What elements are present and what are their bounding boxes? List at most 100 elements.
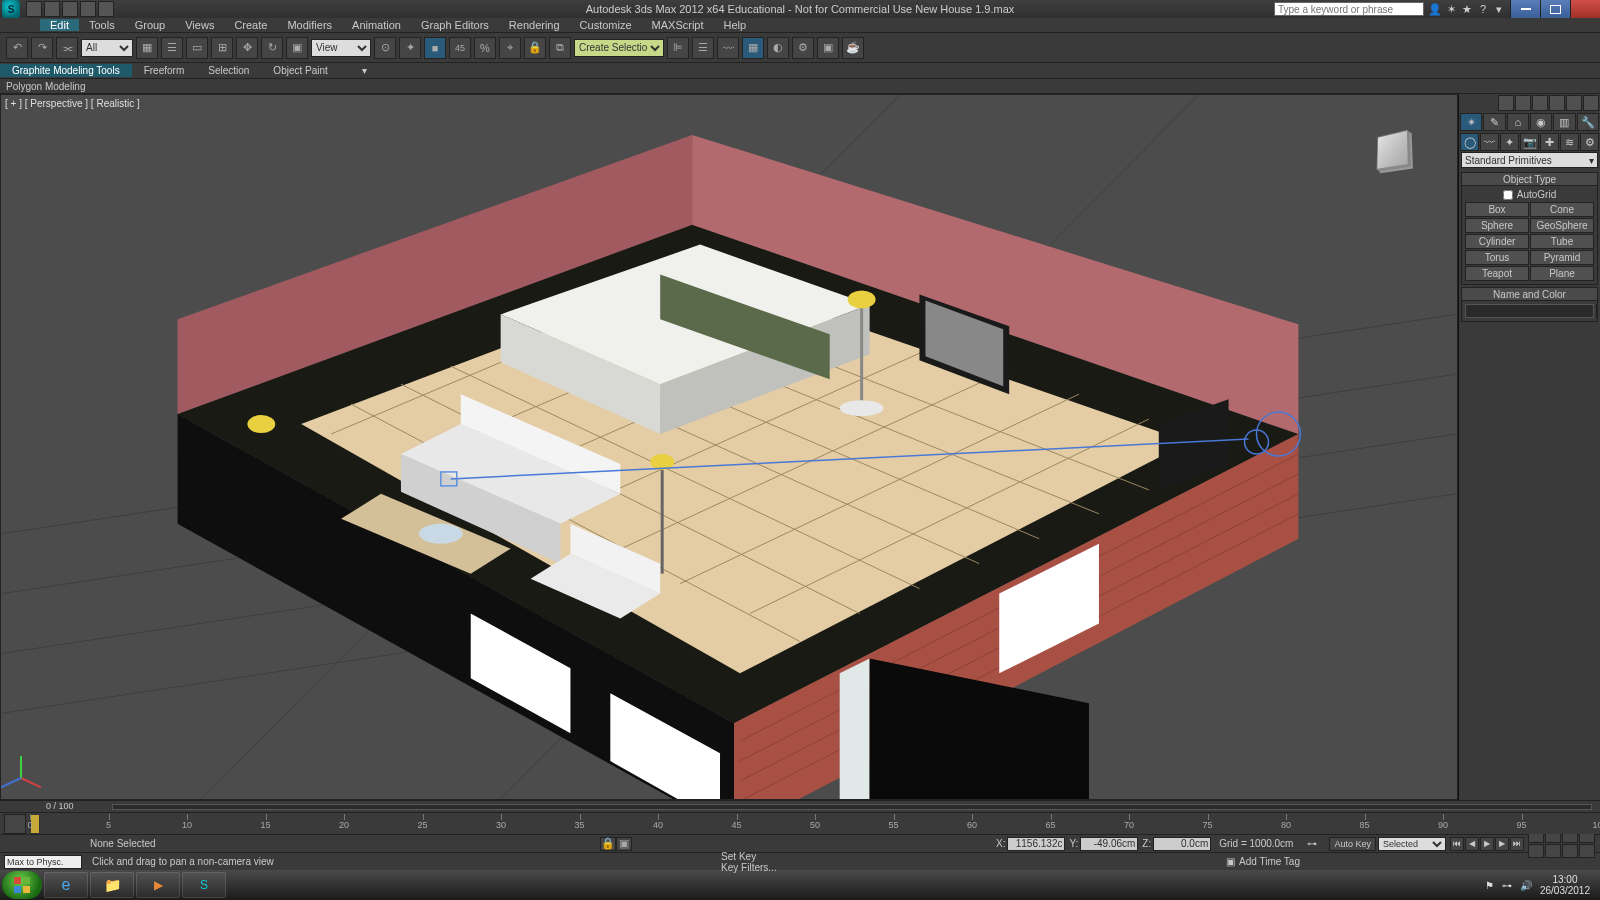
timeline-ruler[interactable]: 0510152025303540455055606570758085909510… [30,814,1600,834]
ref-coord-system[interactable]: View [311,39,371,57]
tab-modify-icon[interactable]: ✎ [1483,113,1505,131]
ribbon-tab-selection[interactable]: Selection [196,64,261,77]
color-swatch[interactable] [1596,304,1598,318]
render-setup-icon[interactable]: ⚙ [792,37,814,59]
menu-tools[interactable]: Tools [79,19,125,31]
menu-maxscript[interactable]: MAXScript [642,19,714,31]
qa-undo-icon[interactable] [80,1,96,17]
sign-in-icon[interactable]: 👤 [1428,2,1442,16]
named-selection-set[interactable]: Create Selection Se [574,39,664,57]
task-explorer[interactable]: 📁 [90,872,134,898]
qa-save-icon[interactable] [62,1,78,17]
task-ie[interactable]: e [44,872,88,898]
ribbon-expand-icon[interactable]: ▾ [350,64,379,77]
timeline[interactable]: 0510152025303540455055606570758085909510… [0,812,1600,834]
setkey-button[interactable]: Set Key [721,851,777,862]
window-cross-icon[interactable]: ⊞ [211,37,233,59]
pan-icon[interactable] [1528,844,1544,858]
hammer-icon[interactable] [1532,95,1548,111]
start-button[interactable] [2,871,42,899]
spinner-snap-icon[interactable]: ⌖ [499,37,521,59]
lights-icon[interactable]: ✦ [1500,133,1519,151]
object-name-input[interactable] [1465,304,1594,318]
help-icon[interactable]: ? [1476,2,1490,16]
selection-filter[interactable]: All [81,39,133,57]
objtype-rollout-header[interactable]: Object Type [1461,172,1598,186]
pivot-icon[interactable]: ⊙ [374,37,396,59]
menu-rendering[interactable]: Rendering [499,19,570,31]
task-3dsmax[interactable]: S [182,872,226,898]
brush-icon[interactable] [1515,95,1531,111]
tab-motion-icon[interactable]: ◉ [1530,113,1552,131]
select-name-icon[interactable]: ☰ [161,37,183,59]
help-search[interactable] [1274,2,1424,16]
menu-group[interactable]: Group [125,19,176,31]
prim-pyramid[interactable]: Pyramid [1530,250,1594,265]
layers-icon[interactable]: ☰ [692,37,714,59]
render-frame-icon[interactable]: ▣ [817,37,839,59]
orbit-icon[interactable] [1545,844,1561,858]
menu-animation[interactable]: Animation [342,19,411,31]
material-editor-icon[interactable]: ◐ [767,37,789,59]
ribbon-tab-graphite[interactable]: Graphite Modeling Tools [0,64,132,77]
named-sel-lock-icon[interactable]: 🔒 [524,37,546,59]
align-icon[interactable]: ⊫ [667,37,689,59]
render-icon[interactable]: ☕ [842,37,864,59]
menu-edit[interactable]: Edit [40,19,79,31]
link-icon[interactable]: ⫘ [56,37,78,59]
prim-torus[interactable]: Torus [1465,250,1529,265]
ribbon-panel-label[interactable]: Polygon Modeling [0,79,1600,94]
menu-help[interactable]: Help [714,19,757,31]
exchange-icon[interactable]: ✶ [1444,2,1458,16]
z-input[interactable] [1153,837,1211,851]
select-icon[interactable]: ▦ [136,37,158,59]
primitive-type-dropdown[interactable]: Standard Primitives▾ [1461,152,1598,168]
redo-icon[interactable]: ↷ [31,37,53,59]
helpers-icon[interactable]: ✚ [1540,133,1559,151]
timeline-config-icon[interactable] [4,814,26,834]
tab-utilities-icon[interactable]: 🔧 [1577,113,1599,131]
lock-ui-icon[interactable] [1583,95,1599,111]
menu-views[interactable]: Views [175,19,224,31]
task-media[interactable]: ▶ [136,872,180,898]
rotate-icon[interactable]: ↻ [261,37,283,59]
viewcube[interactable] [1367,125,1417,175]
walk-icon[interactable] [1579,844,1595,858]
tray-volume-icon[interactable]: 🔊 [1520,880,1532,891]
tab-create-icon[interactable]: ✴ [1460,113,1482,131]
tab-hierarchy-icon[interactable]: ⌂ [1507,113,1529,131]
next-frame-icon[interactable]: ▶ [1495,837,1509,851]
spacewarps-icon[interactable]: ≋ [1560,133,1579,151]
keyfilters-button[interactable]: Key Filters... [721,862,777,873]
app-icon[interactable]: S [2,0,20,18]
menu-customize[interactable]: Customize [570,19,642,31]
display-icon[interactable] [1549,95,1565,111]
x-input[interactable] [1007,837,1065,851]
percent-snap-icon[interactable]: % [474,37,496,59]
namecolor-rollout-header[interactable]: Name and Color [1461,287,1598,301]
shapes-icon[interactable]: 〰 [1480,133,1499,151]
systems-icon[interactable]: ⚙ [1580,133,1599,151]
play-icon[interactable]: ▶ [1480,837,1494,851]
maximize-viewport-icon[interactable] [1562,844,1578,858]
cameras-icon[interactable]: 📷 [1520,133,1539,151]
prim-box[interactable]: Box [1465,202,1529,217]
prim-cone[interactable]: Cone [1530,202,1594,217]
schematic-icon[interactable]: ▦ [742,37,764,59]
viewport[interactable]: [ + ] [ Perspective ] [ Realistic ] [0,94,1458,800]
track-bar[interactable]: 0 / 100 [0,800,1600,812]
prev-frame-icon[interactable]: ◀ [1465,837,1479,851]
goto-start-icon[interactable]: ⏮ [1450,837,1464,851]
goto-end-icon[interactable]: ⏭ [1510,837,1524,851]
prim-cylinder[interactable]: Cylinder [1465,234,1529,249]
undo-icon[interactable]: ↶ [6,37,28,59]
ribbon-tab-objectpaint[interactable]: Object Paint [261,64,339,77]
autokey-button[interactable]: Auto Key [1329,837,1376,851]
key-mode-select[interactable]: Selected [1378,837,1446,851]
time-tag[interactable]: ▣ Add Time Tag [1226,856,1300,867]
sun-icon[interactable] [1498,95,1514,111]
menu-create[interactable]: Create [224,19,277,31]
close-button[interactable] [1570,0,1600,18]
utilities-icon[interactable] [1566,95,1582,111]
maxscript-mini[interactable]: Max to Physc. [4,855,82,869]
